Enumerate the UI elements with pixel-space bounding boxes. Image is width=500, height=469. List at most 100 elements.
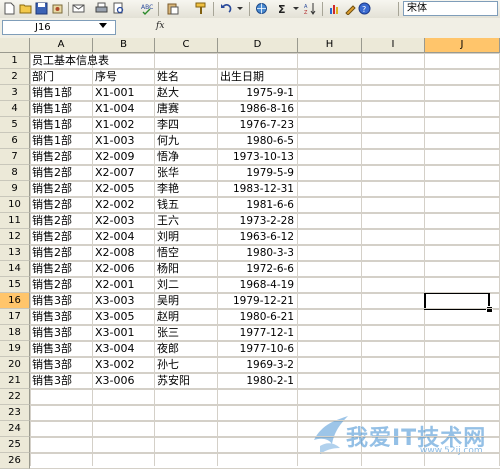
print-preview-icon[interactable]: [112, 2, 125, 15]
email-icon[interactable]: [72, 2, 85, 15]
cell-dept[interactable]: 销售3部: [30, 357, 92, 373]
cell-dept[interactable]: 销售3部: [30, 293, 92, 309]
cell-dept[interactable]: 销售2部: [30, 229, 92, 245]
cell-birth-date[interactable]: 1977-10-6: [218, 341, 297, 357]
column-header-d[interactable]: D: [218, 38, 298, 53]
cell-id[interactable]: X2-004: [93, 229, 154, 245]
column-header-h[interactable]: H: [298, 38, 362, 53]
cell-name[interactable]: 李四: [155, 117, 217, 133]
cell-birth-date[interactable]: 1973-2-28: [218, 213, 297, 229]
cell-dept[interactable]: 销售2部: [30, 181, 92, 197]
cell-dept[interactable]: 销售1部: [30, 117, 92, 133]
cell-birth-date[interactable]: 1979-12-21: [218, 293, 297, 309]
cell-dept[interactable]: 销售3部: [30, 325, 92, 341]
cell-id[interactable]: X2-007: [93, 165, 154, 181]
cell-name[interactable]: 刘二: [155, 277, 217, 293]
cell-birth-date[interactable]: 1963-6-12: [218, 229, 297, 245]
header-name[interactable]: 姓名: [155, 69, 217, 85]
cell-name[interactable]: 刘明: [155, 229, 217, 245]
select-all-button[interactable]: [0, 38, 30, 53]
row-header-1[interactable]: 1: [0, 53, 30, 69]
cell-dept[interactable]: 销售3部: [30, 341, 92, 357]
cell-birth-date[interactable]: 1969-3-2: [218, 357, 297, 373]
cell-birth-date[interactable]: 1986-8-16: [218, 101, 297, 117]
cell-name[interactable]: 悟空: [155, 245, 217, 261]
cell-dept[interactable]: 销售3部: [30, 309, 92, 325]
cell-name[interactable]: 杨阳: [155, 261, 217, 277]
cell-birth-date[interactable]: 1981-6-6: [218, 197, 297, 213]
name-box-dropdown-icon[interactable]: [99, 23, 107, 28]
column-header-b[interactable]: B: [93, 38, 155, 53]
cell-name[interactable]: 钱五: [155, 197, 217, 213]
cell-dept[interactable]: 销售2部: [30, 261, 92, 277]
row-header-23[interactable]: 23: [0, 405, 30, 421]
cell-name[interactable]: 悟净: [155, 149, 217, 165]
row-header-22[interactable]: 22: [0, 389, 30, 405]
spelling-icon[interactable]: ABC: [140, 2, 153, 15]
cell-id[interactable]: X1-002: [93, 117, 154, 133]
save-icon[interactable]: [35, 2, 48, 15]
row-header-18[interactable]: 18: [0, 325, 30, 341]
sort-ascending-icon[interactable]: AZ: [304, 2, 317, 15]
cell-id[interactable]: X2-001: [93, 277, 154, 293]
cell-id[interactable]: X2-003: [93, 213, 154, 229]
cell-id[interactable]: X2-005: [93, 181, 154, 197]
new-file-icon[interactable]: [3, 2, 16, 15]
sheet-title[interactable]: 员工基本信息表: [30, 53, 220, 69]
row-header-12[interactable]: 12: [0, 229, 30, 245]
cell-birth-date[interactable]: 1968-4-19: [218, 277, 297, 293]
drawing-icon[interactable]: [344, 2, 357, 15]
column-header-j[interactable]: J: [425, 38, 500, 53]
cell-birth-date[interactable]: 1980-6-21: [218, 309, 297, 325]
row-header-2[interactable]: 2: [0, 69, 30, 85]
cell-dept[interactable]: 销售2部: [30, 245, 92, 261]
header-id[interactable]: 序号: [93, 69, 154, 85]
cell-dept[interactable]: 销售1部: [30, 85, 92, 101]
row-header-5[interactable]: 5: [0, 117, 30, 133]
cell-birth-date[interactable]: 1983-12-31: [218, 181, 297, 197]
cell-name[interactable]: 赵明: [155, 309, 217, 325]
cell-name[interactable]: 吴明: [155, 293, 217, 309]
cell-birth-date[interactable]: 1976-7-23: [218, 117, 297, 133]
header-dept[interactable]: 部门: [30, 69, 92, 85]
cell-name[interactable]: 夜郎: [155, 341, 217, 357]
row-header-13[interactable]: 13: [0, 245, 30, 261]
cell-id[interactable]: X3-006: [93, 373, 154, 389]
row-header-19[interactable]: 19: [0, 341, 30, 357]
cell-dept[interactable]: 销售1部: [30, 133, 92, 149]
permission-icon[interactable]: [51, 2, 64, 15]
row-header-8[interactable]: 8: [0, 165, 30, 181]
row-header-17[interactable]: 17: [0, 309, 30, 325]
cell-birth-date[interactable]: 1980-6-5: [218, 133, 297, 149]
print-icon[interactable]: [95, 2, 108, 15]
cell-dept[interactable]: 销售1部: [30, 101, 92, 117]
chart-wizard-icon[interactable]: [328, 2, 341, 15]
cell-name[interactable]: 王六: [155, 213, 217, 229]
row-header-4[interactable]: 4: [0, 101, 30, 117]
column-header-i[interactable]: I: [362, 38, 425, 53]
row-header-25[interactable]: 25: [0, 437, 30, 453]
cell-id[interactable]: X1-003: [93, 133, 154, 149]
row-header-15[interactable]: 15: [0, 277, 30, 293]
cell-id[interactable]: X2-006: [93, 261, 154, 277]
cell-birth-date[interactable]: 1979-5-9: [218, 165, 297, 181]
row-header-21[interactable]: 21: [0, 373, 30, 389]
row-header-20[interactable]: 20: [0, 357, 30, 373]
column-header-a[interactable]: A: [30, 38, 93, 53]
cell-id[interactable]: X3-001: [93, 325, 154, 341]
column-header-c[interactable]: C: [155, 38, 218, 53]
cell-name[interactable]: 张华: [155, 165, 217, 181]
cell-id[interactable]: X3-003: [93, 293, 154, 309]
row-header-9[interactable]: 9: [0, 181, 30, 197]
cell-id[interactable]: X2-009: [93, 149, 154, 165]
cell-dept[interactable]: 销售2部: [30, 197, 92, 213]
header-birth-date[interactable]: 出生日期: [218, 69, 298, 85]
cell-birth-date[interactable]: 1975-9-1: [218, 85, 297, 101]
cell-name[interactable]: 赵大: [155, 85, 217, 101]
cell-dept[interactable]: 销售2部: [30, 149, 92, 165]
cell-id[interactable]: X3-005: [93, 309, 154, 325]
help-icon[interactable]: ?: [358, 2, 371, 15]
undo-dropdown-icon[interactable]: [234, 2, 247, 15]
row-header-14[interactable]: 14: [0, 261, 30, 277]
row-header-16[interactable]: 16: [0, 293, 30, 309]
